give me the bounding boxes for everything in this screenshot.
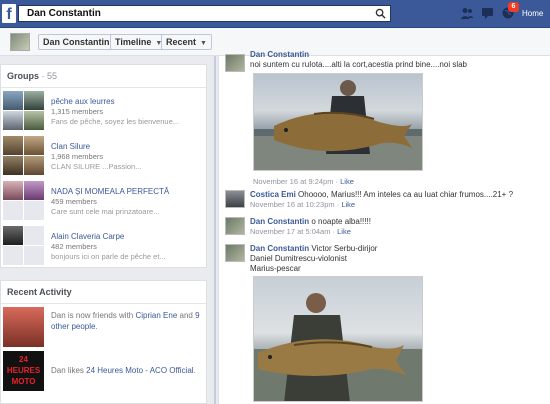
group-thumbnail <box>3 181 46 221</box>
comment-timestamp[interactable]: November 17 at 5:04am <box>250 227 330 236</box>
group-description: bonjours ici on parle de pêche et... <box>51 252 166 261</box>
group-item[interactable]: pêche aux leurres 1,315 members Fans de … <box>3 91 203 133</box>
activity-post: . <box>95 322 98 331</box>
comment-author[interactable]: Dan Constantin <box>250 217 309 226</box>
comment-photo[interactable] <box>253 276 423 402</box>
group-name[interactable]: pêche aux leurres <box>51 97 115 106</box>
groups-count: · 55 <box>39 71 58 81</box>
group-members: 1,968 members <box>51 152 104 161</box>
comment-text: noi suntem cu ruIota....alti la cort,ace… <box>250 60 468 69</box>
like-link[interactable]: Like <box>340 177 354 186</box>
comment-text: o noapte alba!!!!! <box>311 217 371 226</box>
comment-author[interactable]: Costica Emi <box>250 190 296 199</box>
commenter-avatar[interactable] <box>225 54 245 72</box>
recent-activity-panel: Recent Activity Dan is now friends with … <box>0 280 207 404</box>
group-thumbnail <box>3 226 46 266</box>
photo-timestamp[interactable]: November 16 at 9:24pm <box>253 177 333 186</box>
group-name[interactable]: Alain Claveria Carpe <box>51 232 124 241</box>
comment-body: Dan Constantin noi suntem cu ruIota....a… <box>250 50 550 70</box>
comment-timestamp[interactable]: November 16 at 10:23pm <box>250 200 335 209</box>
comment-meta: November 17 at 5:04am · Like <box>250 227 351 236</box>
activity-pre: Dan is now friends with <box>51 311 136 320</box>
group-item[interactable]: Alain Claveria Carpe 482 members bonjour… <box>3 226 203 268</box>
commenter-avatar[interactable] <box>225 190 245 208</box>
chevron-down-icon: ▼ <box>200 40 207 47</box>
messages-icon[interactable] <box>481 6 495 20</box>
commenter-avatar[interactable] <box>225 217 245 235</box>
timeline-dropdown[interactable]: Timeline ▼ <box>110 34 168 50</box>
search-input[interactable]: Dan Constantin <box>18 5 391 22</box>
facebook-logo-icon[interactable]: f <box>2 4 16 23</box>
group-item[interactable]: Clan Silure 1,968 members CLAN SILURE ..… <box>3 136 203 178</box>
friend-requests-icon[interactable] <box>460 6 474 20</box>
group-thumbnail <box>3 136 46 176</box>
comment-photo[interactable] <box>253 73 423 171</box>
search-input-value: Dan Constantin <box>27 8 101 19</box>
comment-author[interactable]: Dan Constantin <box>250 50 309 59</box>
page-logo-text: 24 HEURES MOTO <box>6 355 41 386</box>
group-name[interactable]: Clan Silure <box>51 142 90 151</box>
comment-meta: November 16 at 10:23pm · Like <box>250 200 356 209</box>
recent-label: Recent <box>166 37 197 47</box>
activity-text: Dan is now friends with Ciprian Ene and … <box>51 310 201 332</box>
photo-meta: November 16 at 9:24pm · Like <box>253 177 354 186</box>
comment-text: Ohoooo, Marius!!! Am inteles ca au luat … <box>298 190 514 199</box>
group-thumbnail <box>3 91 46 131</box>
group-members: 1,315 members <box>51 107 104 116</box>
notification-count-badge: 6 <box>508 2 519 12</box>
group-name[interactable]: NADA ȘI MOMEALA PERFECTĂ <box>51 187 169 196</box>
page-logo[interactable]: 24 HEURES MOTO <box>3 351 44 391</box>
profile-avatar[interactable] <box>10 33 30 51</box>
activity-text: Dan likes 24 Heures Moto - ACO Official. <box>51 365 201 376</box>
activity-mid: and <box>177 311 196 320</box>
timeline-spine <box>214 56 216 404</box>
comment-body: Dan Constantin o noapte alba!!!!! Novemb… <box>250 217 550 237</box>
home-link[interactable]: Home <box>522 9 543 18</box>
activity-pre: Dan likes <box>51 366 87 375</box>
groups-title-label[interactable]: Groups <box>7 71 39 81</box>
group-item[interactable]: NADA ȘI MOMEALA PERFECTĂ 459 members Car… <box>3 181 203 223</box>
like-link[interactable]: Like <box>337 227 351 236</box>
groups-title: Groups · 55 <box>1 65 206 88</box>
post-comments-column: Dan Constantin noi suntem cu ruIota....a… <box>218 50 550 404</box>
comment-body: Costica Emi Ohoooo, Marius!!! Am inteles… <box>250 190 550 210</box>
comment-text-line3: Marius-pescar <box>250 264 301 273</box>
group-description: CLAN SILURE ...Passion... <box>51 162 142 171</box>
comment-text-line2: Daniel Dumitrescu-violonist <box>250 254 347 263</box>
comment-text: Victor Serbu-dirijor <box>311 244 378 253</box>
recent-dropdown[interactable]: Recent ▼ <box>161 34 212 50</box>
like-link[interactable]: Like <box>341 200 355 209</box>
timeline-label: Timeline <box>115 37 152 47</box>
top-navigation-bar: f Dan Constantin 6 Home <box>0 0 550 28</box>
friend-link[interactable]: Ciprian Ene <box>135 311 177 320</box>
comment-body: Dan Constantin Victor Serbu-dirijor Dani… <box>250 244 550 274</box>
search-icon[interactable] <box>375 8 386 19</box>
page-link[interactable]: 24 Heures Moto - ACO Official <box>86 366 193 375</box>
group-description: Fans de pêche, soyez les bienvenue... <box>51 117 179 126</box>
commenter-avatar[interactable] <box>225 244 245 262</box>
friend-avatar[interactable] <box>3 307 44 347</box>
recent-activity-title: Recent Activity <box>1 281 206 304</box>
profile-name-label: Dan Constantin <box>43 37 110 47</box>
group-members: 482 members <box>51 242 97 251</box>
group-description: Care sunt cele mai prinzatoare... <box>51 207 160 216</box>
comment-author[interactable]: Dan Constantin <box>250 244 309 253</box>
groups-panel: Groups · 55 pêche aux leurres 1,315 memb… <box>0 64 207 268</box>
group-members: 459 members <box>51 197 97 206</box>
profile-name-button[interactable]: Dan Constantin <box>38 34 115 50</box>
activity-post: . <box>193 366 196 375</box>
